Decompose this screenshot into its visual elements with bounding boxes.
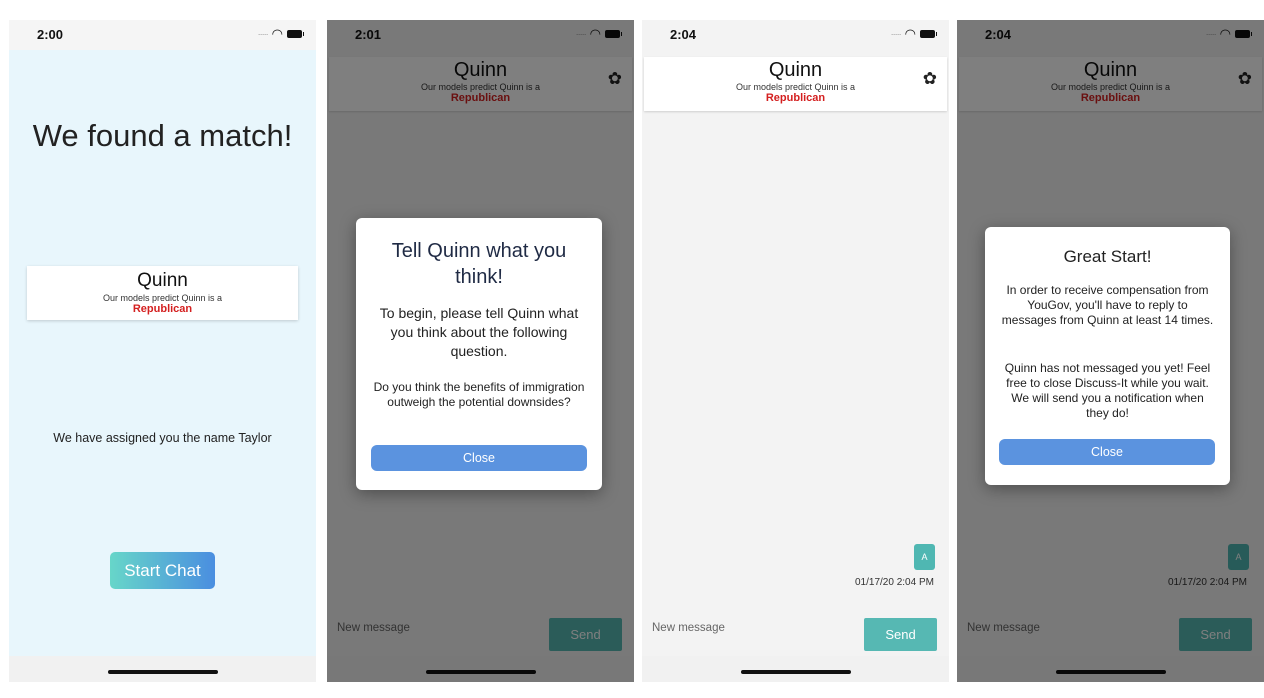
- modal-body: In order to receive compensation from Yo…: [1001, 283, 1214, 327]
- home-indicator[interactable]: [740, 670, 851, 674]
- partner-name: Quinn: [768, 59, 823, 81]
- modal-question: Do you think the benefits of immigration…: [373, 380, 585, 409]
- message-input[interactable]: New message: [652, 622, 725, 634]
- status-icons: ····· ◠: [257, 26, 304, 41]
- status-time: 2:04: [670, 27, 697, 42]
- wifi-icon: ◠: [271, 26, 283, 41]
- assigned-name-text: We have assigned you the name Taylor: [53, 431, 272, 445]
- page-title: We found a match!: [32, 118, 293, 153]
- modal-title: Tell Quinn what you think!: [391, 240, 567, 288]
- signal-icon: ·····: [257, 29, 269, 39]
- party-label: Republican: [132, 303, 193, 315]
- chat-header: Quinn Our models predict Quinn is a Repu…: [644, 57, 947, 111]
- chat-screen: 2:04 ····· ◠ Quinn Our models predict Qu…: [642, 20, 949, 682]
- home-indicator-area: [9, 656, 316, 682]
- great-start-modal: Great Start! In order to receive compens…: [985, 227, 1230, 485]
- close-button[interactable]: Close: [371, 445, 587, 471]
- battery-icon: [287, 30, 304, 38]
- start-chat-button[interactable]: Start Chat: [110, 552, 215, 589]
- home-indicator-area: [642, 656, 949, 682]
- chat-screen-intro: 2:01 ····· ◠ Quinn Our models predict Qu…: [327, 20, 634, 682]
- close-button[interactable]: Close: [999, 439, 1215, 465]
- prediction-text: Our models predict Quinn is a: [102, 293, 223, 303]
- prediction-text: Our models predict Quinn is a: [735, 82, 856, 92]
- wifi-icon: ◠: [904, 26, 916, 41]
- message-avatar: A: [914, 544, 935, 570]
- match-card: Quinn Our models predict Quinn is a Repu…: [27, 266, 298, 320]
- status-icons: ····· ◠: [890, 26, 937, 41]
- match-screen: 2:00 ····· ◠ We found a match! Quinn Our…: [9, 20, 316, 682]
- message-timestamp: 01/17/20 2:04 PM: [855, 577, 934, 588]
- battery-icon: [920, 30, 937, 38]
- gear-icon[interactable]: ✿: [923, 69, 937, 89]
- modal-body: To begin, please tell Quinn what you thi…: [379, 305, 579, 359]
- modal-body-secondary: Quinn has not messaged you yet! Feel fre…: [1004, 361, 1211, 420]
- status-bar: 2:04 ····· ◠: [642, 20, 949, 50]
- party-label: Republican: [765, 92, 826, 104]
- home-indicator[interactable]: [107, 670, 218, 674]
- send-button[interactable]: Send: [864, 618, 937, 651]
- signal-icon: ·····: [890, 29, 902, 39]
- intro-modal: Tell Quinn what you think! To begin, ple…: [356, 218, 602, 490]
- chat-screen-great-start: 2:04 ····· ◠ Quinn Our models predict Qu…: [957, 20, 1264, 682]
- partner-name: Quinn: [137, 270, 188, 291]
- status-time: 2:00: [37, 27, 64, 42]
- status-bar: 2:00 ····· ◠: [9, 20, 316, 50]
- modal-title: Great Start!: [1063, 247, 1152, 266]
